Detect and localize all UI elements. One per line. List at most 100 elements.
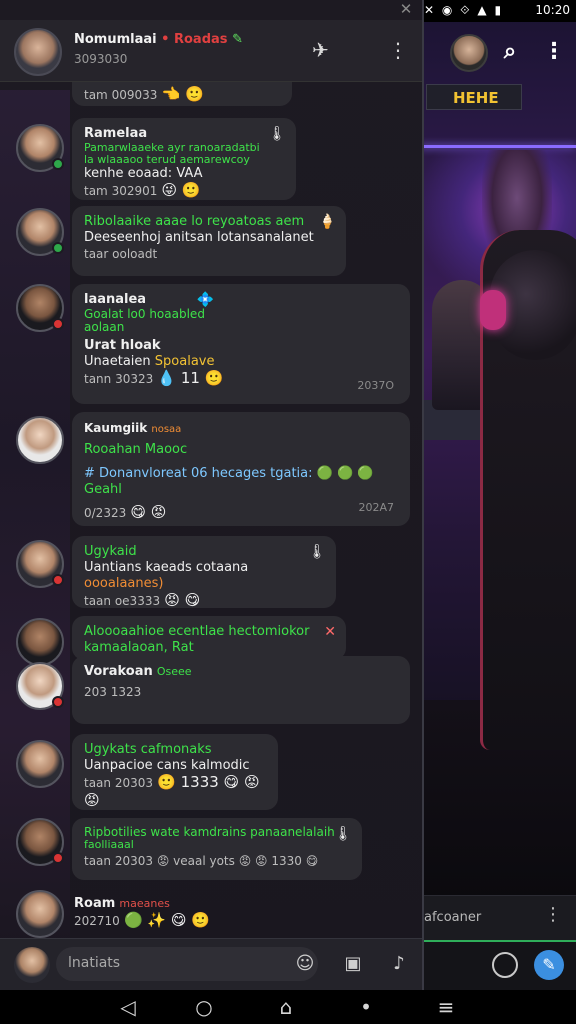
message-seen: 202A7 [358, 501, 394, 514]
reaction-icon: 🌡 [334, 826, 352, 842]
message-bubble[interactable]: Ribolaaike aaae lo reyoatoas aem Deeseen… [72, 206, 346, 276]
chat-subtitle: 3093030 [74, 52, 128, 66]
message-bubble[interactable]: Aloooaahioe ecentlae hectomiokor kamaala… [72, 616, 346, 660]
highlight-text: oooalaanes) [84, 576, 164, 591]
message-body: Urat hloak [84, 338, 161, 353]
home-button[interactable]: ○ [186, 994, 222, 1020]
status-dot [52, 574, 64, 586]
message-reactions: 😡 😋 [164, 591, 201, 609]
message-bubble[interactable]: Ripbotilies wate kamdrains panaanelalaih… [72, 818, 362, 880]
message-reactions: 😋 😡 [130, 503, 167, 521]
message-line: Geahl [84, 482, 122, 497]
chat-avatar[interactable] [14, 28, 62, 76]
message-bubble[interactable]: Kaumgiik nosaa Rooahan Maooc # Donanvlor… [72, 412, 410, 526]
reaction-icon: 🌡 [308, 544, 326, 560]
menu-button[interactable]: ≡ [428, 994, 464, 1020]
avatar[interactable] [16, 818, 64, 866]
sender-tag: maeanes [119, 897, 170, 910]
chat-status: • Roadas [161, 32, 228, 47]
emoji-icon[interactable]: ☺ [292, 951, 318, 977]
online-dot [52, 158, 64, 170]
chat-title-text: Nomumlaai [74, 32, 157, 47]
message-body: Deeseenhoj anitsan lotansanalanet [84, 230, 314, 245]
message-reactions: 💧 11 🙂 [157, 369, 224, 387]
message-reactions: 🟢 🟢 🟢 [316, 466, 374, 481]
sender-tag: nosaa [151, 424, 182, 435]
camera-icon[interactable]: ▣ [340, 951, 366, 977]
message-line: Rooahan Maooc [84, 442, 188, 457]
avatar[interactable] [16, 284, 64, 332]
helmet-visor [480, 290, 506, 330]
message-body: kenhe eoaad: VAA [84, 166, 203, 181]
sender-name: Vorakoan [84, 664, 153, 679]
pencil-icon: ✎ [232, 32, 243, 47]
sender-name: Ramelaa [84, 126, 148, 141]
close-icon: ✕ [324, 624, 336, 640]
message-body: Unaetaien [84, 354, 151, 369]
message-seen: 2037O [357, 379, 394, 392]
sender-tag: Oseee [156, 665, 192, 678]
message-input[interactable]: lnatiats [56, 947, 318, 981]
avatar[interactable] [16, 208, 64, 256]
right-input-bar[interactable]: afcoaner ⋮ [420, 895, 576, 940]
composer: lnatiats ☺ ▣ ♪ [0, 938, 422, 990]
compose-fab-button[interactable]: ✎ [534, 950, 564, 980]
more-vertical-icon[interactable]: ⋮ [388, 38, 408, 62]
message-bubble[interactable]: Ramelaa Pamarwlaaeke ayr ranoaradatbi la… [72, 118, 296, 200]
message-time: 0/2323 [84, 506, 127, 520]
message-line: Ugykats cafmonaks [84, 742, 212, 757]
more-vertical-icon[interactable]: ⋮ [540, 38, 568, 66]
avatar[interactable] [16, 662, 64, 710]
message-line: faolliaaal [84, 838, 134, 851]
message-time: 203 1323 [84, 685, 142, 699]
avatar[interactable] [16, 416, 64, 464]
message-line: la wlaaaoo terud aemarewcoy [84, 153, 250, 166]
search-icon[interactable]: ⌕ [496, 38, 524, 66]
message-bubble[interactable]: Vorakoan Oseee 203 1323 [72, 656, 410, 724]
message-bubble[interactable]: Roam maeanes 202710 🟢 ✨ 😋 🙂 [62, 888, 282, 934]
my-avatar[interactable] [14, 947, 50, 983]
more-vertical-icon[interactable]: ⋮ [544, 904, 562, 925]
avatar[interactable] [16, 618, 64, 666]
close-icon[interactable]: ✕ [394, 0, 418, 20]
message-reactions: 🟢 ✨ 😋 🙂 [123, 911, 210, 929]
message-bubble[interactable]: laanalea Goalat lo0 hoaabled aolaan Urat… [72, 284, 410, 404]
message-time: taan oe3333 [84, 594, 161, 608]
message-bubble[interactable]: Ugykaid Uantians kaeads cotaana oooalaan… [72, 536, 336, 608]
avatar[interactable] [16, 740, 64, 788]
recents-button[interactable]: ⌂ [268, 994, 304, 1020]
mic-icon[interactable]: ♪ [386, 951, 412, 977]
avatar[interactable] [16, 890, 64, 938]
emoji-icon[interactable] [492, 952, 518, 978]
message-line: Aloooaahioe ecentlae hectomiokor [84, 624, 310, 639]
highlight-text: Spoalave [154, 354, 215, 369]
avatar[interactable] [16, 124, 64, 172]
status-dot [52, 318, 64, 330]
message-time: tam 009033 [84, 88, 158, 102]
message-line: Ugykaid [84, 544, 137, 559]
message-line: Goalat lo0 hoaabled [84, 307, 205, 321]
message-body: # Donanvloreat 06 hecages tgatia: 🟢 🟢 🟢 [84, 466, 398, 482]
chat-header: Nomumlaai • Roadas ✎ 3093030 ✈ ⋮ [0, 20, 422, 82]
message-line: aolaan [84, 320, 125, 334]
status-time: 10:20 [535, 3, 570, 17]
screen: HEHE ✕ ◉ ⟐ ▲ ▮ 10:20 ⌕ ⋮ afcoaner ⋮ ✎ ✕ … [0, 0, 576, 1024]
message-time: taan 20303 [84, 776, 154, 790]
message-bubble[interactable]: Ugykats cafmonaks Uanpacioe cans kalmodi… [72, 734, 278, 810]
right-avatar[interactable] [450, 34, 488, 72]
message-bubble[interactable]: tam 009033 👈 🙂 [72, 82, 292, 106]
pin-icon[interactable]: ✈ [312, 38, 329, 62]
status-dot [52, 696, 64, 708]
sender-name: laanalea [84, 292, 147, 307]
message-text: # Donanvloreat 06 hecages tgatia: [84, 466, 313, 481]
message-line: kamaalaoan, Rat [84, 640, 194, 655]
message-time: taar ooloadt [84, 247, 158, 261]
right-top-bar: ⌕ ⋮ [420, 22, 576, 82]
message-reactions: 😜 🙂 [161, 181, 201, 199]
status-bar: ✕ ◉ ⟐ ▲ ▮ 10:20 [420, 0, 576, 22]
back-button[interactable]: ◁ [110, 994, 146, 1020]
message-body: Uantians kaeads cotaana [84, 560, 249, 575]
avatar[interactable] [16, 540, 64, 588]
system-nav-bar: ◁ ○ ⌂ • ≡ [0, 990, 576, 1024]
status-dot [52, 852, 64, 864]
